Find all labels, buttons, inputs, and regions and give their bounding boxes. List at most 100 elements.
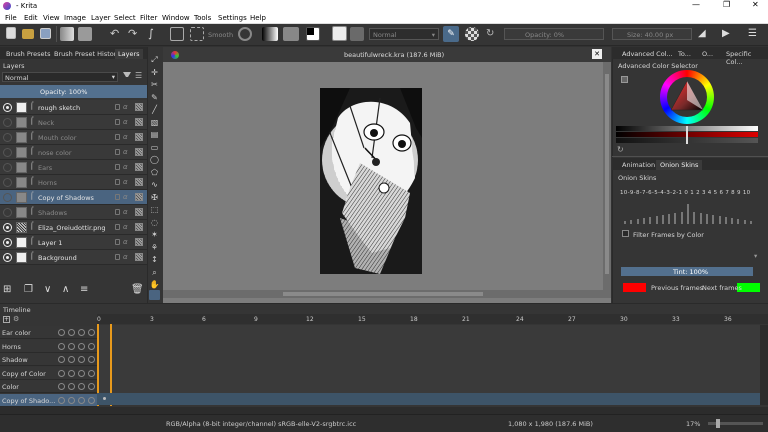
frame-number[interactable]: 12 [306, 316, 314, 323]
reload-preset-icon[interactable]: ↻ [486, 27, 500, 41]
layer-row[interactable]: ⌠ Layer 1 α [0, 235, 147, 250]
alpha-lock-icon[interactable] [78, 369, 85, 377]
mirror-tool-icon[interactable] [170, 27, 184, 41]
layer-row[interactable]: ⌠ Horns α [0, 175, 147, 190]
eye-hidden-icon[interactable] [3, 208, 12, 217]
maximize-icon[interactable]: ❐ [723, 0, 730, 9]
inherit-alpha-icon[interactable] [135, 178, 143, 186]
inherit-alpha-icon[interactable] [135, 133, 143, 141]
timeline-layer-row[interactable]: Shadow [0, 353, 97, 366]
color-triangle[interactable] [668, 78, 706, 114]
tab-tool-options[interactable]: To... [678, 50, 691, 58]
pin-layer-icon[interactable] [88, 396, 95, 404]
lock-icon[interactable] [115, 209, 120, 215]
onion-skin-toggle-icon[interactable] [58, 383, 65, 390]
pin-layer-icon[interactable] [88, 342, 95, 350]
lock-icon[interactable] [115, 254, 120, 260]
layer-row[interactable]: ⌠ Copy of Shadows α [0, 190, 147, 205]
rectangle-tool-icon[interactable]: ▭ [149, 143, 160, 153]
gradient-tool-icon[interactable]: ▤ [149, 130, 160, 140]
frame-number[interactable]: 27 [568, 316, 576, 323]
vertical-mirror-icon[interactable]: ▶ [722, 27, 736, 41]
timeline-layer-row[interactable]: Ear color [0, 326, 97, 339]
alpha-lock-icon[interactable]: α [123, 133, 128, 141]
move-tool-icon[interactable]: ✛ [149, 68, 160, 78]
inherit-alpha-icon[interactable] [135, 163, 143, 171]
freehand-selection-icon[interactable]: ✠ [149, 193, 160, 203]
preserve-alpha-icon[interactable] [465, 27, 479, 41]
ellipse-tool-icon[interactable]: ◯ [149, 155, 160, 165]
zoom-slider-thumb[interactable] [716, 419, 720, 428]
onion-opacity-bar[interactable] [737, 219, 740, 224]
alpha-lock-icon[interactable]: α [123, 253, 128, 261]
eye-visible-icon[interactable] [3, 253, 12, 262]
visibility-toggle-icon[interactable] [68, 369, 75, 377]
menu-select[interactable]: Select [114, 14, 136, 22]
onion-opacity-bar[interactable] [712, 215, 715, 224]
frame-number[interactable]: 18 [410, 316, 418, 323]
frame-number[interactable]: 0 [97, 316, 101, 323]
onion-opacity-bar[interactable] [674, 213, 677, 224]
tab-brush-preset-history[interactable]: Brush Preset History [54, 50, 120, 58]
menu-image[interactable]: Image [64, 14, 86, 22]
frame-number[interactable]: 3 [150, 316, 154, 323]
frame-number[interactable]: 24 [516, 316, 524, 323]
alpha-lock-icon[interactable]: α [123, 118, 128, 126]
new-document-icon[interactable] [6, 27, 16, 39]
save-document-icon[interactable] [40, 28, 51, 39]
onion-opacity-bar[interactable] [693, 212, 696, 224]
timeline-horizontal-scrollbar[interactable] [0, 407, 768, 414]
visibility-toggle-icon[interactable] [68, 383, 75, 390]
duplicate-layer-icon[interactable]: ❐ [24, 284, 33, 295]
onion-opacity-bar[interactable] [699, 213, 702, 224]
close-document-icon[interactable]: ✕ [592, 49, 602, 59]
tab-brush-presets[interactable]: Brush Presets [6, 50, 50, 58]
onion-skin-toggle-icon[interactable] [58, 396, 65, 404]
line-tool-icon[interactable]: ╱ [149, 105, 160, 115]
document-title[interactable]: beautifulwreck.kra (187.6 MiB) [344, 51, 444, 59]
frame-number[interactable]: 21 [462, 316, 470, 323]
undo-icon[interactable]: ↶ [110, 27, 124, 41]
inherit-alpha-icon[interactable] [135, 118, 143, 126]
lock-icon[interactable] [115, 149, 120, 155]
tab-specific-color[interactable]: Specific Col... [726, 50, 768, 66]
onion-opacity-bar[interactable] [724, 217, 727, 224]
alpha-lock-icon[interactable] [78, 383, 85, 390]
open-document-icon[interactable] [22, 29, 34, 39]
onion-skin-toggle-icon[interactable] [58, 329, 65, 336]
menu-file[interactable]: File [5, 14, 17, 22]
alpha-lock-icon[interactable] [78, 396, 85, 404]
timeline-layer-row[interactable]: Horns [0, 339, 97, 353]
onion-opacity-bar[interactable] [718, 216, 721, 224]
frame-number[interactable]: 6 [202, 316, 206, 323]
redo-icon[interactable]: ↷ [128, 27, 142, 41]
onion-opacity-bar[interactable] [668, 214, 671, 224]
onion-opacity-bar[interactable] [750, 221, 752, 224]
frame-number[interactable]: 15 [358, 316, 366, 323]
tab-onion-skins[interactable]: Onion Skins [656, 160, 703, 170]
onion-opacity-bar[interactable] [649, 217, 652, 224]
menu-settings[interactable]: Settings [218, 14, 247, 22]
inherit-alpha-icon[interactable] [135, 253, 143, 261]
eye-hidden-icon[interactable] [3, 163, 12, 172]
tint-slider[interactable]: Tint: 100% [621, 267, 753, 276]
eye-visible-icon[interactable] [3, 238, 12, 247]
onion-skin-toggle-icon[interactable] [58, 342, 65, 350]
brush-settings-icon[interactable] [350, 27, 364, 41]
previous-frames-color-swatch[interactable] [623, 283, 646, 292]
pin-layer-icon[interactable] [88, 329, 95, 336]
inherit-alpha-icon[interactable] [135, 238, 143, 246]
status-zoom[interactable]: 17% [686, 420, 700, 428]
timeline-add-icon[interactable]: + [3, 316, 10, 323]
alpha-lock-icon[interactable] [78, 356, 85, 363]
crop-tool-icon[interactable]: ✂ [149, 80, 160, 90]
layers-options-icon[interactable]: ☰ [135, 71, 142, 80]
onion-opacity-bar[interactable] [624, 221, 626, 224]
pin-layer-icon[interactable] [88, 356, 95, 363]
ellipse-selection-icon[interactable]: ◌ [149, 218, 160, 228]
brush-tool-icon[interactable]: ✎ [149, 93, 160, 103]
alpha-lock-icon[interactable]: α [123, 208, 128, 216]
layer-row[interactable]: ⌠ Shadows α [0, 205, 147, 220]
inherit-alpha-icon[interactable] [135, 148, 143, 156]
add-layer-icon[interactable]: ⊞ [3, 284, 11, 295]
